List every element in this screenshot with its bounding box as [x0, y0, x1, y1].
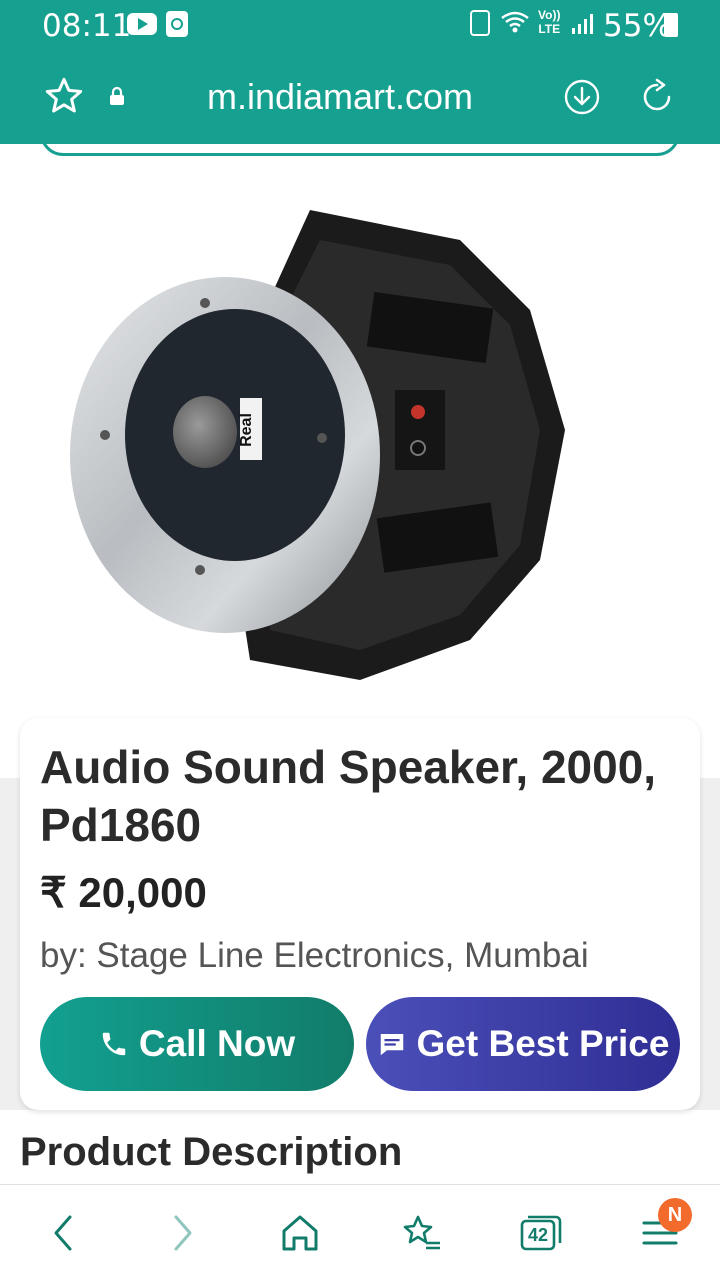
- tab-count: 42: [527, 1225, 549, 1245]
- call-now-label: Call Now: [138, 1023, 296, 1064]
- battery-icon: [664, 13, 678, 37]
- battery-saver-icon: [470, 10, 490, 36]
- status-bar: 08:11 Vo)) LTE 55%: [0, 0, 720, 50]
- home-icon[interactable]: [276, 1205, 324, 1261]
- url-text[interactable]: m.indiamart.com: [150, 76, 530, 118]
- wifi-icon: [501, 11, 529, 33]
- volte-indicator: Vo)) LTE: [538, 8, 560, 36]
- product-image[interactable]: Real: [60, 200, 580, 690]
- get-best-price-label: Get Best Price: [416, 1023, 670, 1064]
- address-bar: m.indiamart.com: [0, 50, 720, 144]
- lock-icon: [110, 86, 124, 105]
- get-best-price-button[interactable]: Get Best Price: [366, 997, 680, 1091]
- chevron-left-icon[interactable]: [40, 1205, 88, 1261]
- menu-notification-badge: N: [658, 1198, 692, 1232]
- product-price: ₹ 20,000: [40, 869, 207, 916]
- battery-percent: 55%: [603, 8, 672, 44]
- reload-icon[interactable]: [637, 77, 677, 117]
- volte-bottom-label: LTE: [538, 22, 561, 36]
- phone-icon: [102, 1032, 126, 1056]
- product-title: Audio Sound Speaker, 2000, Pd1860: [40, 741, 657, 851]
- chevron-right-icon[interactable]: [158, 1205, 206, 1261]
- tabs-button[interactable]: 42: [516, 1205, 564, 1261]
- youtube-notification-icon: [127, 13, 157, 35]
- signal-bars-icon: [572, 14, 593, 34]
- star-outline-icon[interactable]: [44, 76, 84, 116]
- speaker-brand-label: Real: [238, 413, 255, 447]
- browser-top-bar: 08:11 Vo)) LTE 55% m.indiamart.com: [0, 0, 720, 144]
- browser-bottom-nav: 42: [0, 1184, 720, 1280]
- product-card: Audio Sound Speaker, 2000, Pd1860 ₹ 20,0…: [20, 718, 700, 1110]
- seller-info[interactable]: by: Stage Line Electronics, Mumbai: [40, 936, 589, 976]
- page-root: 08:11 Vo)) LTE 55% m.indiamart.com Real …: [0, 0, 720, 1280]
- call-now-button[interactable]: Call Now: [40, 997, 354, 1091]
- download-icon[interactable]: [563, 78, 601, 116]
- status-time: 08:11: [42, 8, 132, 44]
- chat-icon: [380, 1034, 403, 1056]
- clock-notification-icon: [166, 11, 188, 37]
- product-description-heading: Product Description: [20, 1130, 403, 1174]
- volte-top-label: Vo)): [538, 8, 561, 22]
- bookmark-star-icon[interactable]: [396, 1205, 444, 1261]
